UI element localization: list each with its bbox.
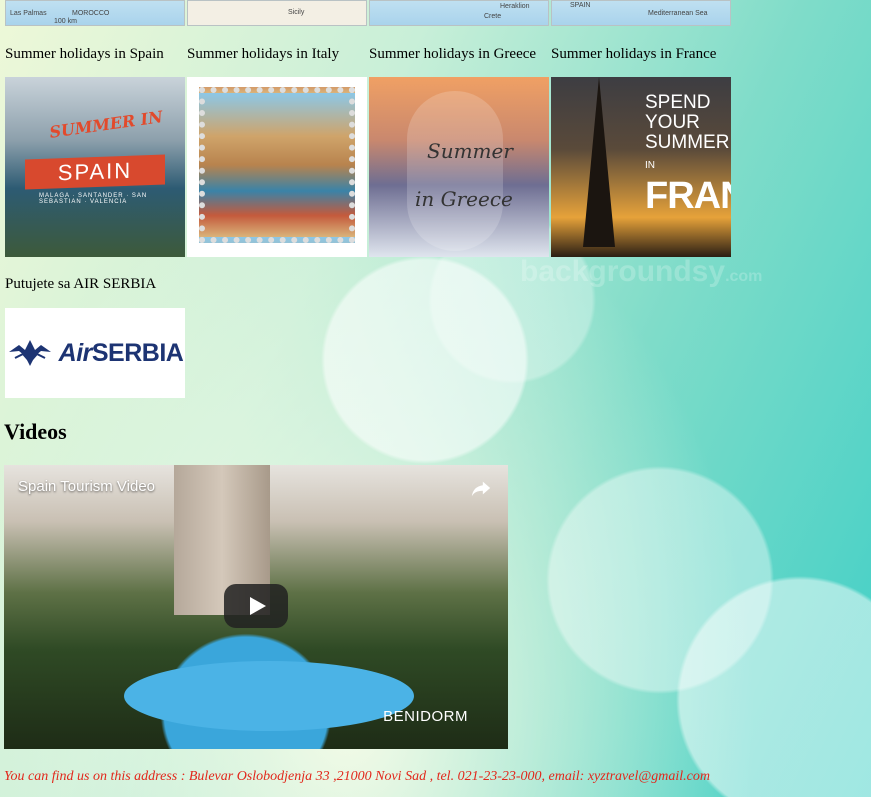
map-label: 100 km [54, 18, 77, 25]
france-photo-word: SUMMER [645, 132, 730, 153]
watermark-text: backgroundsy [520, 255, 726, 288]
eiffel-tower [583, 77, 615, 247]
spain-photo-title: SUMMER IN [48, 107, 164, 142]
destination-photos: SUMMER IN SPAIN MALAGA · SANTANDER · SAN… [5, 77, 731, 257]
france-photo-text: SPEND YOUR SUMMER IN FRANCE [645, 92, 731, 217]
map-label: MOROCCO [72, 10, 110, 17]
map-spain[interactable]: Las Palmas MOROCCO 100 km [5, 0, 185, 26]
spain-photo-banner: SPAIN [25, 154, 165, 190]
caption-spain: Summer holidays in Spain [5, 46, 164, 62]
map-italy[interactable]: Sicily [187, 0, 367, 26]
caption-france: Summer holidays in France [551, 46, 717, 62]
france-photo-line: FRANCE [645, 175, 731, 217]
logo-serbia: SERBIA [91, 338, 184, 367]
map-label: Heraklion [500, 3, 530, 10]
map-label: Crete [484, 13, 502, 20]
airline-text: Putujete sa AIR SERBIA [5, 276, 157, 292]
caption-greece: Summer holidays in Greece [369, 46, 537, 62]
video-thumbnail-pool [124, 661, 414, 731]
france-photo[interactable]: SPEND YOUR SUMMER IN FRANCE [551, 77, 731, 257]
video-player[interactable]: Spain Tourism Video BENIDORM [4, 465, 508, 749]
italy-photo[interactable] [187, 77, 367, 257]
france-photo-word: IN [645, 160, 655, 171]
share-icon[interactable] [470, 477, 492, 499]
air-serbia-logo-text: AirSERBIA [59, 339, 184, 368]
play-button[interactable] [224, 584, 288, 628]
spain-photo[interactable]: SUMMER IN SPAIN MALAGA · SANTANDER · SAN… [5, 77, 185, 257]
destination-captions: Summer holidays in Spain Summer holidays… [5, 45, 731, 63]
map-label: Sicily [288, 9, 305, 16]
spain-photo-cities: MALAGA · SANTANDER · SAN SEBASTIAN · VAL… [39, 193, 148, 205]
france-photo-line: SPEND YOUR [645, 92, 711, 133]
map-label: Mediterranean Sea [648, 10, 708, 17]
video-title[interactable]: Spain Tourism Video [18, 478, 155, 495]
map-greece[interactable]: Heraklion Crete [369, 0, 549, 26]
watermark: backgroundsy.com [520, 255, 762, 289]
watermark-suffix: .com [725, 268, 763, 285]
map-label: Las Palmas [10, 10, 47, 17]
greece-photo[interactable]: Summer in Greece [369, 77, 549, 257]
map-strip: Las Palmas MOROCCO 100 km Sicily Herakli… [5, 0, 731, 26]
france-photo-line: SUMMER IN [645, 133, 729, 176]
footer-address: You can find us on this address : Buleva… [4, 769, 710, 784]
greece-photo-text: Summer in Greece [415, 127, 513, 223]
caption-italy: Summer holidays in Italy [187, 46, 340, 62]
air-serbia-logo[interactable]: AirSERBIA [5, 308, 185, 398]
eagle-icon [8, 340, 51, 366]
videos-heading: Videos [4, 419, 67, 444]
postage-stamp [199, 87, 355, 243]
map-label: SPAIN [570, 2, 591, 9]
video-caption: BENIDORM [383, 708, 468, 725]
greece-photo-line: Summer [427, 139, 513, 163]
logo-air: Air [58, 338, 93, 367]
greece-photo-line: in Greece [415, 187, 513, 211]
play-icon [250, 597, 266, 615]
map-france[interactable]: SPAIN Mediterranean Sea [551, 0, 731, 26]
